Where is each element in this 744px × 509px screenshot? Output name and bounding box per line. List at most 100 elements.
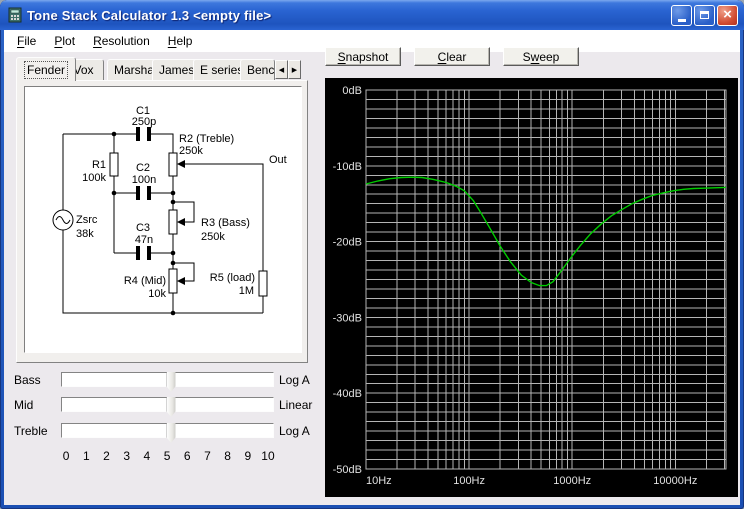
slider-label-treble: Treble	[14, 424, 48, 438]
label-out: Out	[269, 154, 287, 166]
circuit-schematic: C1 250p R2 (Treble) 250k R1 100k C2 100n…	[25, 87, 301, 352]
bass-slider-thumb[interactable]	[167, 372, 176, 392]
tab-label: Fender	[25, 62, 67, 78]
bass-slider-track[interactable]	[61, 372, 274, 387]
label-r4-name: R4 (Mid)	[124, 275, 166, 287]
scale-number-4: 4	[137, 449, 157, 463]
tab-label: Vox	[73, 63, 93, 77]
plot-axis-labels: 0dB -10dB -20dB -30dB -40dB -50dB 10Hz 100Hz 100…	[333, 85, 698, 487]
maximize-button[interactable]	[694, 5, 715, 26]
minimize-icon	[678, 19, 686, 22]
potentiometer-r4	[169, 269, 177, 293]
label-zsrc-value: 38k	[76, 228, 94, 240]
app-icon	[7, 7, 23, 23]
label-r5-value: 1M	[239, 285, 254, 297]
y-tick-label: -10dB	[333, 161, 362, 173]
clear-button[interactable]: Clear	[414, 47, 490, 66]
scale-number-2: 2	[96, 449, 116, 463]
tab-label: James	[159, 63, 194, 77]
mid-slider-track[interactable]	[61, 397, 274, 412]
treble-slider-track[interactable]	[61, 423, 274, 438]
x-tick-label: 10000Hz	[653, 475, 697, 487]
menu-help[interactable]: Help	[161, 32, 200, 50]
x-tick-label: 1000Hz	[553, 475, 591, 487]
window-controls: ×	[671, 5, 738, 26]
resistor-r1	[110, 153, 118, 176]
y-tick-label: -30dB	[333, 312, 362, 324]
toolbar: Snapshot Clear Sweep	[325, 47, 579, 66]
circuit-diagram: C1 250p R2 (Treble) 250k R1 100k C2 100n…	[24, 86, 302, 353]
scale-number-9: 9	[238, 449, 258, 463]
label-zsrc-name: Zsrc	[76, 214, 98, 226]
slider-taper-mid: Linear	[279, 398, 312, 412]
window-title: Tone Stack Calculator 1.3 <empty file>	[27, 8, 271, 23]
tab-fender[interactable]: Fender	[16, 57, 76, 81]
close-button[interactable]: ×	[717, 5, 738, 26]
close-icon: ×	[723, 7, 732, 22]
mid-slider-thumb[interactable]	[167, 397, 176, 417]
scale-number-1: 1	[76, 449, 96, 463]
slider-scale: 012345678910	[56, 449, 278, 463]
potentiometer-r3	[169, 210, 177, 234]
minimize-button[interactable]	[671, 5, 692, 26]
wiper-arrow-r4	[177, 277, 185, 285]
tab-scroll-left-icon: ◀	[279, 66, 284, 74]
tab-label: Benc	[247, 63, 274, 77]
tab-scroll-left[interactable]: ◀	[275, 60, 288, 79]
label-r3-name: R3 (Bass)	[201, 217, 250, 229]
resistor-r5	[259, 271, 267, 296]
label-r2-value: 250k	[179, 145, 203, 157]
scale-number-0: 0	[56, 449, 76, 463]
scale-number-7: 7	[197, 449, 217, 463]
label-c1-value: 250p	[132, 116, 156, 128]
slider-taper-bass: Log A	[279, 373, 310, 387]
scale-number-6: 6	[177, 449, 197, 463]
capacitor-c2	[136, 186, 140, 200]
potentiometer-r2	[169, 153, 177, 176]
slider-taper-treble: Log A	[279, 424, 310, 438]
label-c2-value: 100n	[132, 174, 156, 186]
tab-scroll-right[interactable]: ▶	[288, 60, 301, 79]
label-r1-value: 100k	[82, 172, 106, 184]
slider-label-bass: Bass	[14, 373, 41, 387]
frequency-response-plot: 0dB -10dB -20dB -30dB -40dB -50dB 10Hz 100Hz 100…	[325, 78, 738, 497]
menu-plot[interactable]: Plot	[47, 32, 82, 50]
app-window: Tone Stack Calculator 1.3 <empty file> ×…	[0, 0, 744, 509]
y-tick-label: -50dB	[333, 464, 362, 476]
tab-label: E series	[200, 63, 243, 77]
label-r3-value: 250k	[201, 231, 225, 243]
menu-resolution[interactable]: Resolution	[86, 32, 157, 50]
tab-benc[interactable]: Benc	[240, 59, 275, 80]
source-symbol	[53, 210, 73, 230]
x-tick-label: 10Hz	[366, 475, 392, 487]
y-tick-label: -40dB	[333, 388, 362, 400]
scale-number-8: 8	[218, 449, 238, 463]
wiper-arrows	[177, 160, 185, 285]
label-r5-name: R5 (load)	[210, 272, 255, 284]
client-area: FilePlotResolutionHelp FenderVoxMarshall…	[4, 30, 740, 505]
scale-number-10: 10	[258, 449, 278, 463]
label-r2-name: R2 (Treble)	[179, 133, 234, 145]
plot-panel: 0dB -10dB -20dB -30dB -40dB -50dB 10Hz 100Hz 100…	[325, 78, 738, 497]
y-tick-label: 0dB	[342, 85, 362, 97]
label-r1-name: R1	[92, 159, 106, 171]
tab-page-fender: C1 250p R2 (Treble) 250k R1 100k C2 100n…	[16, 80, 308, 363]
label-c3-name: C3	[136, 222, 150, 234]
maximize-icon	[700, 11, 709, 19]
x-tick-label: 100Hz	[453, 475, 485, 487]
capacitor-c3	[136, 246, 140, 260]
sweep-button[interactable]: Sweep	[503, 47, 579, 66]
menu-file[interactable]: File	[10, 32, 43, 50]
scale-number-5: 5	[157, 449, 177, 463]
wiper-arrow-r3	[177, 218, 185, 226]
wiper-arrow-r2	[177, 160, 185, 168]
label-r4-value: 10k	[148, 288, 166, 300]
snapshot-button[interactable]: Snapshot	[325, 47, 401, 66]
titlebar[interactable]: Tone Stack Calculator 1.3 <empty file> ×	[0, 0, 744, 30]
treble-slider-thumb[interactable]	[167, 423, 176, 443]
plot-grid	[366, 90, 726, 469]
y-tick-label: -20dB	[333, 237, 362, 249]
label-c2-name: C2	[136, 162, 150, 174]
slider-label-mid: Mid	[14, 398, 33, 412]
response-curve	[366, 177, 726, 285]
